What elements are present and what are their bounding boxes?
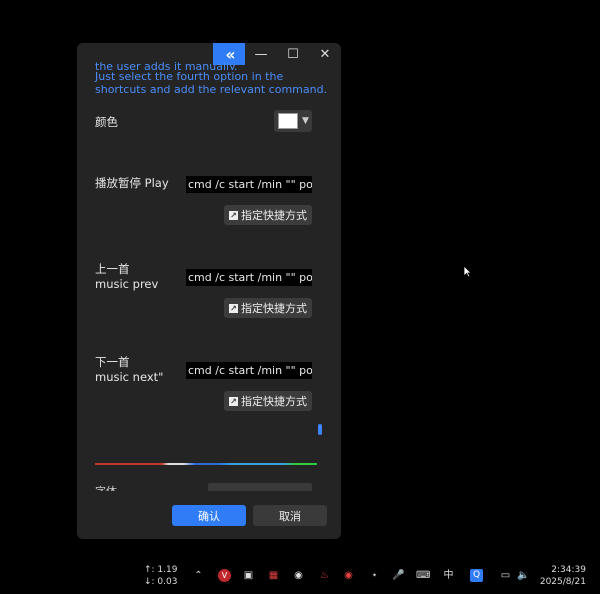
entry-next-label: 下一首 music next" — [95, 355, 163, 385]
app-v-icon[interactable]: V — [218, 569, 231, 582]
shortcut-arrow-icon: ↗ — [229, 210, 238, 220]
entry-next-command-input[interactable]: cmd /c start /min "" pow — [186, 362, 312, 379]
app-fish-icon[interactable]: ⋆ — [368, 569, 381, 582]
steam-icon[interactable]: ◉ — [292, 569, 305, 582]
taskbar: ↑: 1.19 ↓: 0.03 ⌃ V ▣ ▦ ◉ ♨ ◉ ⋆ 🎤 ⌨ 中 Q … — [0, 558, 600, 594]
upload-speed: ↑: 1.19 — [144, 565, 178, 575]
entry-prev-shortcut-label: 指定快捷方式 — [241, 302, 307, 315]
shortcut-arrow-icon: ↗ — [229, 396, 238, 406]
ime-indicator[interactable]: 中 — [442, 569, 455, 582]
confirm-button[interactable]: 确认 — [172, 505, 246, 526]
font-label: 字体 — [95, 483, 117, 491]
mouse-cursor-icon — [463, 265, 472, 278]
entry-prev-shortcut-button[interactable]: ↗ 指定快捷方式 — [224, 298, 312, 318]
entry-prev-label-en: music prev — [95, 277, 159, 291]
bilibili-icon[interactable]: ▦ — [267, 569, 280, 582]
font-select[interactable] — [208, 483, 312, 491]
clock[interactable]: 2:34:39 2025/8/21 — [540, 564, 586, 588]
capture-icon[interactable]: ▣ — [242, 569, 255, 582]
color-swatch — [278, 113, 298, 129]
app-red-icon[interactable]: ♨ — [318, 569, 331, 582]
scrollbar-thumb[interactable] — [318, 424, 322, 435]
rainbow-divider — [95, 463, 317, 465]
color-label: 颜色 — [95, 115, 118, 129]
entry-prev-command-input[interactable]: cmd /c start /min "" pow — [186, 269, 312, 286]
entry-play-shortcut-label: 指定快捷方式 — [241, 209, 307, 222]
shortcut-arrow-icon: ↗ — [229, 303, 238, 313]
cancel-button[interactable]: 取消 — [253, 505, 327, 526]
clock-date: 2025/8/21 — [539, 577, 586, 587]
help-note: the user adds it manually. Just select t… — [95, 60, 335, 96]
entry-play-command-input[interactable]: cmd /c start /min "" pow — [186, 176, 312, 193]
color-picker[interactable]: ▼ — [274, 110, 312, 132]
clock-time: 2:34:39 — [551, 565, 586, 575]
display-icon[interactable]: ▭ — [499, 569, 512, 582]
help-note-cut-line: the user adds it manually. — [95, 60, 238, 70]
chevron-up-icon[interactable]: ⌃ — [192, 569, 205, 582]
netease-music-icon[interactable]: ◉ — [342, 569, 355, 582]
network-speed: ↑: 1.19 ↓: 0.03 — [144, 564, 177, 588]
entry-next-shortcut-label: 指定快捷方式 — [241, 395, 307, 408]
qq-icon[interactable]: Q — [470, 569, 483, 582]
download-speed: ↓: 0.03 — [144, 577, 178, 587]
entry-play-shortcut-button[interactable]: ↗ 指定快捷方式 — [224, 205, 312, 225]
entry-next-shortcut-button[interactable]: ↗ 指定快捷方式 — [224, 391, 312, 411]
help-note-line1: Just select the fourth option in the — [95, 70, 284, 83]
entry-prev-label-cn: 上一首 — [95, 262, 130, 276]
help-note-line2: shortcuts and add the relevant command. — [95, 83, 328, 96]
caret-down-icon: ▼ — [302, 116, 309, 126]
microphone-icon[interactable]: 🎤 — [392, 569, 405, 582]
keyboard-icon[interactable]: ⌨ — [416, 569, 430, 582]
entry-next-label-cn: 下一首 — [95, 355, 130, 369]
entry-prev-label: 上一首 music prev — [95, 262, 158, 292]
entry-play-label: 播放暂停 Play — [95, 176, 169, 190]
settings-panel: ‹‹ — ☐ ✕ the user adds it manually. Just… — [77, 43, 341, 539]
volume-icon[interactable]: 🔈 — [517, 569, 530, 582]
entry-next-label-en: music next" — [95, 370, 164, 384]
